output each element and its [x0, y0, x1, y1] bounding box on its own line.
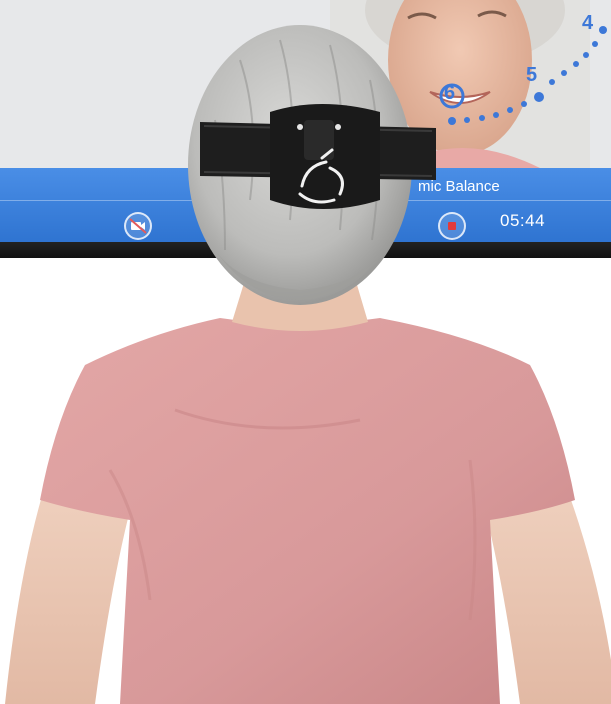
pink-t-shirt: [40, 318, 575, 704]
scene: 4 5 6 mic Balance 05:44: [0, 0, 611, 704]
person-back-view: [5, 25, 611, 704]
